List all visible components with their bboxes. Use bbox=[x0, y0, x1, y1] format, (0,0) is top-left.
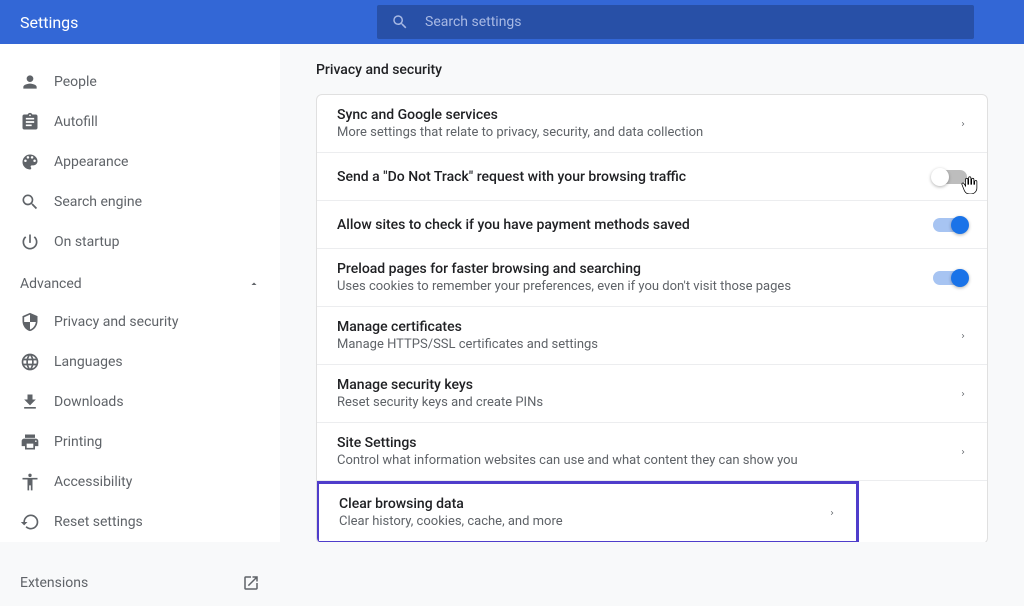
setting-desc: Reset security keys and create PINs bbox=[337, 395, 943, 410]
setting-title: Clear browsing data bbox=[339, 496, 812, 512]
palette-icon bbox=[20, 152, 54, 172]
sidebar-item-label: People bbox=[54, 74, 97, 90]
sidebar-item-privacy-and-security[interactable]: Privacy and security bbox=[0, 302, 280, 342]
sidebar-item-autofill[interactable]: Autofill bbox=[0, 102, 280, 142]
setting-row-sync-and-google-services[interactable]: Sync and Google services More settings t… bbox=[317, 95, 987, 153]
sidebar-item-printing[interactable]: Printing bbox=[0, 422, 280, 462]
setting-desc: Clear history, cookies, cache, and more bbox=[339, 514, 812, 529]
sidebar-item-languages[interactable]: Languages bbox=[0, 342, 280, 382]
sidebar-item-appearance[interactable]: Appearance bbox=[0, 142, 280, 182]
sidebar-item-accessibility[interactable]: Accessibility bbox=[0, 462, 280, 502]
print-icon bbox=[20, 432, 54, 452]
chevron-right-icon bbox=[959, 388, 967, 400]
reset-icon bbox=[20, 512, 54, 532]
app-title: Settings bbox=[20, 13, 377, 32]
sidebar: People Autofill Appearance Search engine… bbox=[0, 44, 280, 542]
section-title: Privacy and security bbox=[316, 62, 988, 78]
sidebar-item-label: Privacy and security bbox=[54, 314, 178, 330]
setting-title: Manage security keys bbox=[337, 377, 943, 393]
setting-title: Allow sites to check if you have payment… bbox=[337, 217, 917, 233]
app-header: Settings bbox=[0, 0, 1024, 44]
sidebar-item-on-startup[interactable]: On startup bbox=[0, 222, 280, 262]
toggle-switch[interactable] bbox=[933, 170, 967, 184]
setting-text: Clear browsing data Clear history, cooki… bbox=[339, 496, 812, 529]
advanced-toggle[interactable]: Advanced bbox=[0, 262, 280, 302]
setting-desc: Uses cookies to remember your preference… bbox=[337, 279, 917, 294]
advanced-label: Advanced bbox=[20, 276, 82, 292]
sidebar-item-label: Search engine bbox=[54, 194, 142, 210]
setting-text: Site Settings Control what information w… bbox=[337, 435, 943, 468]
search-input[interactable] bbox=[425, 14, 960, 30]
search-box[interactable] bbox=[377, 5, 974, 39]
sidebar-item-label: Accessibility bbox=[54, 474, 132, 490]
sidebar-item-reset-settings[interactable]: Reset settings bbox=[0, 502, 280, 542]
setting-text: Manage certificates Manage HTTPS/SSL cer… bbox=[337, 319, 943, 352]
sidebar-item-label: Downloads bbox=[54, 394, 124, 410]
chevron-up-icon bbox=[248, 278, 260, 290]
sidebar-item-downloads[interactable]: Downloads bbox=[0, 382, 280, 422]
clipboard-icon bbox=[20, 112, 54, 132]
setting-title: Sync and Google services bbox=[337, 107, 943, 123]
toggle-switch[interactable] bbox=[933, 218, 967, 232]
sidebar-item-label: Reset settings bbox=[54, 514, 143, 530]
setting-row-manage-security-keys[interactable]: Manage security keys Reset security keys… bbox=[317, 365, 987, 423]
shield-icon bbox=[20, 312, 54, 332]
sidebar-item-search-engine[interactable]: Search engine bbox=[0, 182, 280, 222]
sidebar-item-label: Autofill bbox=[54, 114, 98, 130]
setting-text: Sync and Google services More settings t… bbox=[337, 107, 943, 140]
chevron-right-icon bbox=[959, 330, 967, 342]
setting-desc: More settings that relate to privacy, se… bbox=[337, 125, 943, 140]
main-content: Privacy and security Sync and Google ser… bbox=[280, 44, 1024, 542]
extensions-label: Extensions bbox=[20, 575, 88, 591]
person-icon bbox=[20, 72, 54, 92]
setting-row-manage-certificates[interactable]: Manage certificates Manage HTTPS/SSL cer… bbox=[317, 307, 987, 365]
setting-row-clear-browsing-data[interactable]: Clear browsing data Clear history, cooki… bbox=[316, 481, 859, 542]
setting-text: Allow sites to check if you have payment… bbox=[337, 217, 917, 233]
settings-card: Sync and Google services More settings t… bbox=[316, 94, 988, 542]
setting-row-allow-sites-to-check-if-you-have-payment-methods-saved[interactable]: Allow sites to check if you have payment… bbox=[317, 201, 987, 249]
setting-desc: Manage HTTPS/SSL certificates and settin… bbox=[337, 337, 943, 352]
chevron-right-icon bbox=[828, 507, 836, 519]
open-external-icon bbox=[242, 574, 260, 592]
setting-row-preload-pages-for-faster-browsing-and-searching[interactable]: Preload pages for faster browsing and se… bbox=[317, 249, 987, 307]
accessibility-icon bbox=[20, 472, 54, 492]
chevron-right-icon bbox=[959, 446, 967, 458]
setting-row-site-settings[interactable]: Site Settings Control what information w… bbox=[317, 423, 987, 481]
toggle-switch[interactable] bbox=[933, 271, 967, 285]
sidebar-item-label: Printing bbox=[54, 434, 102, 450]
globe-icon bbox=[20, 352, 54, 372]
download-icon bbox=[20, 392, 54, 412]
setting-title: Preload pages for faster browsing and se… bbox=[337, 261, 917, 277]
sidebar-item-label: On startup bbox=[54, 234, 120, 250]
power-icon bbox=[20, 232, 54, 252]
sidebar-item-people[interactable]: People bbox=[0, 62, 280, 102]
setting-text: Manage security keys Reset security keys… bbox=[337, 377, 943, 410]
chevron-right-icon bbox=[959, 118, 967, 130]
setting-title: Site Settings bbox=[337, 435, 943, 451]
search-icon bbox=[391, 13, 409, 31]
sidebar-item-label: Languages bbox=[54, 354, 123, 370]
setting-title: Send a "Do Not Track" request with your … bbox=[337, 169, 917, 185]
search-icon bbox=[20, 192, 54, 212]
sidebar-item-label: Appearance bbox=[54, 154, 128, 170]
setting-desc: Control what information websites can us… bbox=[337, 453, 943, 468]
setting-row-send-a-do-not-track-request-with-your-browsing-traffic[interactable]: Send a "Do Not Track" request with your … bbox=[317, 153, 987, 201]
extensions-link[interactable]: Extensions bbox=[0, 560, 280, 606]
setting-text: Send a "Do Not Track" request with your … bbox=[337, 169, 917, 185]
setting-text: Preload pages for faster browsing and se… bbox=[337, 261, 917, 294]
setting-title: Manage certificates bbox=[337, 319, 943, 335]
